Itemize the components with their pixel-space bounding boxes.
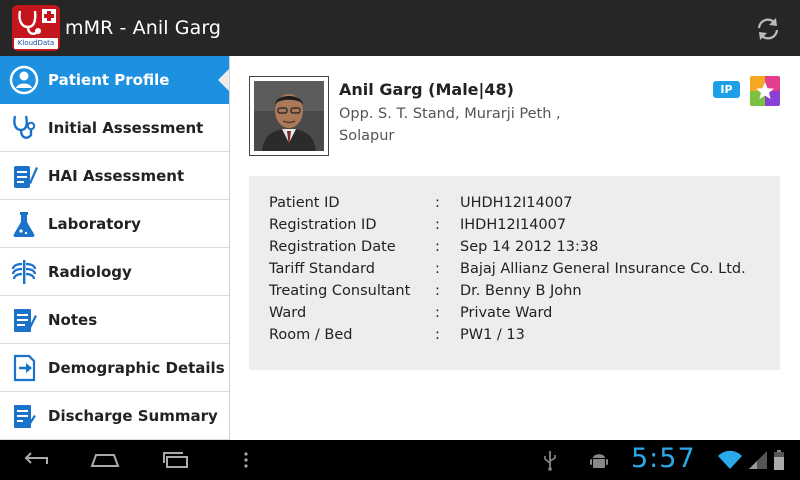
home-icon (90, 454, 120, 467)
wifi-icon (716, 446, 744, 474)
overflow-dots-icon (244, 452, 248, 468)
back-arrow-icon (24, 452, 48, 464)
detail-value: Dr. Benny B John (460, 283, 582, 299)
detail-value: Sep 14 2012 13:38 (460, 239, 599, 255)
detail-separator: : (435, 305, 440, 321)
sidebar-item-demographic-details[interactable]: Demographic Details (0, 344, 229, 392)
back-button[interactable] (20, 446, 52, 474)
detail-separator: : (435, 217, 440, 233)
refresh-button[interactable] (751, 12, 785, 46)
detail-value: Private Ward (460, 305, 553, 321)
stethoscope-cross-icon (18, 9, 56, 35)
action-bar: KloudData mMR - Anil Garg (0, 0, 800, 56)
document-arrow-icon (0, 344, 48, 392)
ribcage-icon (0, 248, 48, 296)
star-icon[interactable] (750, 76, 780, 106)
patient-name: Anil Garg (Male|48) (339, 80, 514, 99)
refresh-icon (757, 18, 779, 40)
logo-text: KloudData (14, 38, 58, 49)
detail-separator: : (435, 239, 440, 255)
battery-icon (772, 446, 786, 474)
detail-separator: : (435, 195, 440, 211)
sidebar-item-label: Radiology (48, 262, 132, 281)
sidebar-item-initial-assessment[interactable]: Initial Assessment (0, 104, 229, 152)
patient-photo (254, 81, 324, 151)
sidebar-item-laboratory[interactable]: Laboratory (0, 200, 229, 248)
sidebar-item-label: Laboratory (48, 214, 141, 233)
detail-value: Bajaj Allianz General Insurance Co. Ltd. (460, 261, 746, 277)
patient-address: Opp. S. T. Stand, Murarji Peth , Solapur (339, 103, 599, 147)
detail-row-registration-date: Registration Date : Sep 14 2012 13:38 (269, 239, 790, 261)
detail-separator: : (435, 261, 440, 277)
recent-apps-icon (163, 452, 188, 468)
detail-value: PW1 / 13 (460, 327, 525, 343)
app-logo[interactable]: KloudData (12, 5, 60, 51)
detail-separator: : (435, 283, 440, 299)
system-navigation-bar: 5:57 (0, 440, 800, 480)
detail-separator: : (435, 327, 440, 343)
app-root: KloudData mMR - Anil Garg Patient Profil… (0, 0, 800, 480)
detail-row-room-bed: Room / Bed : PW1 / 13 (269, 327, 790, 349)
notes-pen-icon (0, 296, 48, 344)
stethoscope-icon (0, 104, 48, 152)
sidebar-item-radiology[interactable]: Radiology (0, 248, 229, 296)
main-content: Anil Garg (Male|48) Opp. S. T. Stand, Mu… (230, 56, 800, 440)
signal-icon (746, 446, 770, 474)
detail-row-treating-consultant: Treating Consultant : Dr. Benny B John (269, 283, 790, 305)
app-title: mMR - Anil Garg (65, 17, 222, 39)
address-line-1: Opp. S. T. Stand, Murarji Peth , (339, 106, 561, 122)
detail-label: Treating Consultant (269, 283, 411, 299)
overflow-menu-button[interactable] (240, 446, 252, 474)
sidebar: Patient Profile Initial Assessment HAI A… (0, 56, 230, 440)
detail-label: Ward (269, 305, 307, 321)
sidebar-item-discharge-summary[interactable]: Discharge Summary (0, 392, 229, 440)
detail-label: Patient ID (269, 195, 340, 211)
recent-apps-button[interactable] (160, 446, 192, 474)
address-line-2: Solapur (339, 128, 395, 144)
user-circle-icon (0, 56, 48, 104)
detail-row-patient-id: Patient ID : UHDH12I14007 (269, 195, 790, 217)
detail-row-registration-id: Registration ID : IHDH12I14007 (269, 217, 790, 239)
home-button[interactable] (88, 446, 122, 474)
sidebar-item-label: Patient Profile (48, 71, 170, 89)
detail-label: Registration ID (269, 217, 377, 233)
flask-icon (0, 200, 48, 248)
detail-row-tariff-standard: Tariff Standard : Bajaj Allianz General … (269, 261, 790, 283)
ip-status-badge: IP (713, 81, 740, 98)
patient-details-box: Patient ID : UHDH12I14007 Registration I… (249, 176, 780, 370)
sidebar-item-label: Notes (48, 310, 98, 329)
clipboard-pen-icon (0, 152, 48, 200)
sidebar-item-label: HAI Assessment (48, 166, 185, 185)
android-debug-icon (588, 446, 610, 474)
status-clock: 5:57 (631, 443, 696, 474)
sidebar-item-label: Discharge Summary (48, 406, 218, 425)
patient-photo-frame (249, 76, 329, 156)
patient-card: Anil Garg (Male|48) Opp. S. T. Stand, Mu… (230, 56, 800, 440)
sidebar-item-label: Demographic Details (48, 358, 225, 377)
detail-label: Tariff Standard (269, 261, 375, 277)
detail-label: Registration Date (269, 239, 396, 255)
sidebar-item-label: Initial Assessment (48, 118, 204, 137)
sidebar-item-notes[interactable]: Notes (0, 296, 229, 344)
detail-row-ward: Ward : Private Ward (269, 305, 790, 327)
detail-value: IHDH12I14007 (460, 217, 567, 233)
discharge-doc-icon (0, 392, 48, 440)
sidebar-item-hai-assessment[interactable]: HAI Assessment (0, 152, 229, 200)
usb-icon (540, 446, 560, 474)
sidebar-item-patient-profile[interactable]: Patient Profile (0, 56, 230, 104)
detail-value: UHDH12I14007 (460, 195, 573, 211)
detail-label: Room / Bed (269, 327, 353, 343)
